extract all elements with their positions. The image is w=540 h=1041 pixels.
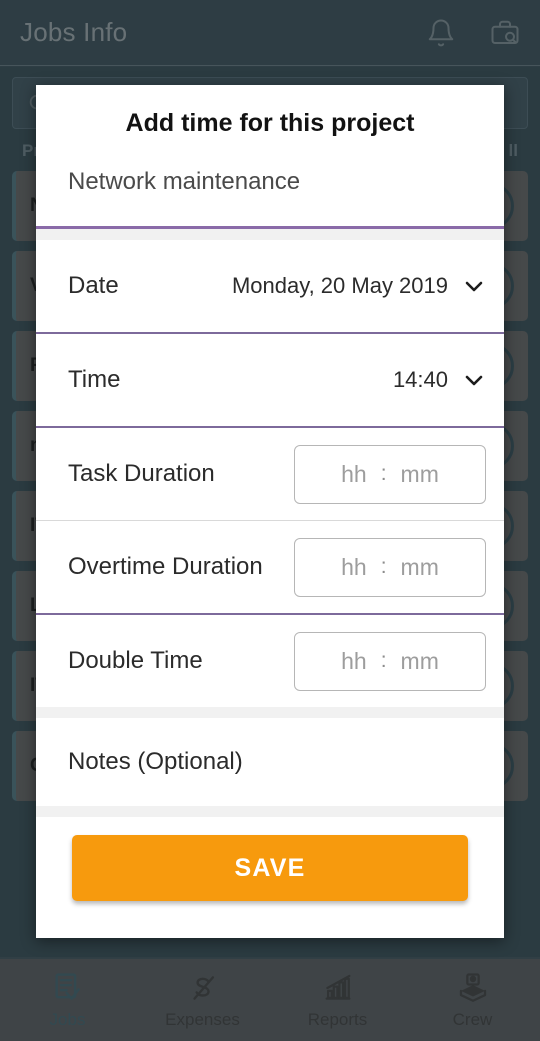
overtime-duration-hh-placeholder: hh [341, 553, 367, 580]
double-time-input[interactable]: hh : mm [294, 631, 486, 691]
double-time-hh-placeholder: hh [341, 647, 367, 674]
section-band [36, 229, 504, 240]
double-time-separator: : [380, 649, 387, 672]
app-root: Jobs Info [0, 0, 540, 1041]
notes-placeholder: Notes (Optional) [68, 748, 243, 775]
time-value: 14:40 [392, 367, 448, 392]
date-value-group[interactable]: Monday, 20 May 2019 [232, 273, 486, 299]
section-band [36, 707, 504, 718]
notes-row[interactable]: Notes (Optional) [36, 718, 504, 806]
dialog-title: Add time for this project [125, 109, 415, 137]
time-label: Time [68, 366, 121, 393]
time-value-group[interactable]: 14:40 [393, 367, 486, 393]
task-duration-hh-placeholder: hh [341, 460, 367, 487]
task-duration-label: Task Duration [68, 460, 215, 487]
task-duration-row[interactable]: Task Duration hh : mm [36, 428, 504, 520]
double-time-row[interactable]: Double Time hh : mm [36, 615, 504, 707]
double-time-label: Double Time [68, 647, 203, 674]
task-duration-input[interactable]: hh : mm [294, 444, 486, 504]
date-row[interactable]: Date Monday, 20 May 2019 [36, 240, 504, 332]
time-row[interactable]: Time 14:40 [36, 334, 504, 426]
overtime-duration-input[interactable]: hh : mm [294, 537, 486, 597]
task-duration-mm-placeholder: mm [400, 460, 439, 487]
chevron-down-icon[interactable] [462, 274, 486, 298]
dialog-project-name: Network maintenance [68, 168, 301, 195]
add-time-dialog: Add time for this project Network mainte… [36, 85, 504, 938]
overtime-duration-separator: : [380, 555, 387, 578]
save-button-container: SAVE [36, 817, 504, 901]
overtime-duration-mm-placeholder: mm [400, 553, 439, 580]
overtime-duration-label: Overtime Duration [68, 553, 263, 580]
overtime-duration-row[interactable]: Overtime Duration hh : mm [36, 521, 504, 613]
task-duration-separator: : [380, 462, 387, 485]
chevron-down-icon[interactable] [462, 368, 486, 392]
date-label: Date [68, 272, 119, 299]
date-value: Monday, 20 May 2019 [231, 273, 448, 298]
save-button[interactable]: SAVE [72, 835, 468, 901]
double-time-mm-placeholder: mm [400, 647, 439, 674]
section-band [36, 806, 504, 817]
